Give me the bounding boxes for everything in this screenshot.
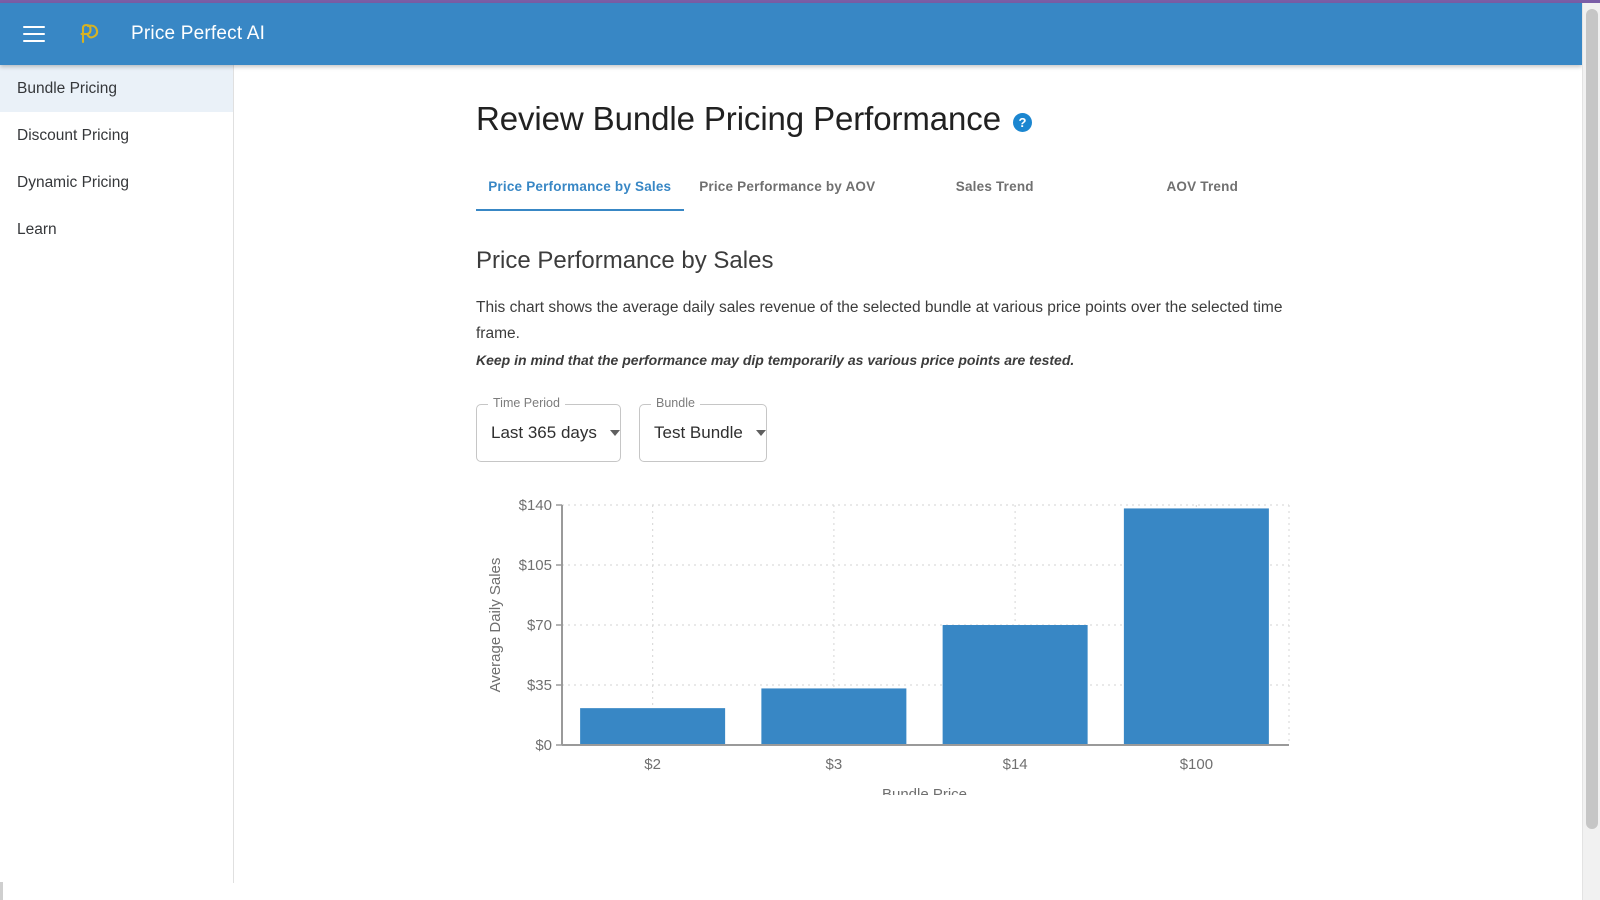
bundle-select-label: Bundle [651,397,700,410]
tab-label: Price Performance by AOV [699,179,876,194]
chevron-down-icon[interactable] [609,430,620,437]
help-circle-icon[interactable]: ? [1012,112,1032,132]
hamburger-menu-icon[interactable] [10,10,58,58]
sidebar-item-label: Dynamic Pricing [17,173,129,191]
page-header: Review Bundle Pricing Performance ? [476,100,1582,138]
price-perfect-logo-icon[interactable] [72,17,106,51]
bundle-select-value: Test Bundle [654,423,743,443]
bar-series [580,508,1269,746]
sidebar-nav: Bundle Pricing Discount Pricing Dynamic … [0,65,234,883]
y-tick-label: $70 [527,617,552,634]
chevron-down-icon[interactable] [755,430,766,437]
tab-sales-trend[interactable]: Sales Trend [891,164,1099,211]
section-heading: Price Performance by Sales [476,247,774,274]
time-period-select-label: Time Period [488,397,565,410]
tab-price-performance-by-sales[interactable]: Price Performance by Sales [476,164,684,211]
menu-line-1 [23,26,45,28]
page-title: Review Bundle Pricing Performance [476,100,1001,137]
sidebar-item-dynamic-pricing[interactable]: Dynamic Pricing [0,159,233,206]
time-period-select-value: Last 365 days [491,423,597,443]
y-tick-label: $0 [535,737,552,754]
sidebar-item-bundle-pricing[interactable]: Bundle Pricing [0,65,233,112]
x-axis-title: Bundle Price [882,786,967,795]
chart-svg: $0 $35 $70 $105 $140 $2 $3 $14 $100 Average Dai… [487,497,1290,795]
x-tick-label: $14 [1003,756,1028,773]
tab-label: Sales Trend [955,179,1034,194]
y-tick-label: $105 [519,557,552,574]
tab-price-performance-by-aov[interactable]: Price Performance by AOV [684,164,892,211]
x-tick-label: $3 [826,756,843,773]
sidebar-item-label: Bundle Pricing [17,79,117,97]
y-tick-label: $140 [519,497,552,514]
tab-bar: Price Performance by Sales Price Perform… [476,164,1306,211]
main-content: Review Bundle Pricing Performance ? Pric… [234,65,1582,883]
x-axis-tick-labels: $2 $3 $14 $100 [644,756,1213,773]
y-axis-title: Average Daily Sales [487,558,504,693]
x-tick-label: $100 [1180,756,1213,773]
price-performance-bar-chart: $0 $35 $70 $105 $140 $2 $3 $14 $100 Average Dai… [476,495,1546,795]
app-root: Price Perfect AI Bundle Pricing Discount… [0,0,1600,900]
chart-note: Keep in mind that the performance may di… [476,352,1075,369]
page-scrollbar[interactable] [1582,3,1600,900]
y-tick-label: $35 [527,677,552,694]
sidebar-item-label: Learn [17,220,57,238]
app-title: Price Perfect AI [131,23,266,44]
window-left-edge-mark [0,882,3,900]
bundle-select[interactable]: Bundle Test Bundle [639,397,767,463]
sidebar-item-learn[interactable]: Learn [0,206,233,253]
chart-description: This chart shows the average daily sales… [476,299,1283,342]
sidebar-item-label: Discount Pricing [17,126,129,144]
tab-aov-trend[interactable]: AOV Trend [1099,164,1307,211]
x-tick-label: $2 [644,756,661,773]
menu-line-2 [23,33,45,35]
app-bar: Price Perfect AI [0,3,1582,65]
time-period-select[interactable]: Time Period Last 365 days [476,397,621,463]
tab-label: AOV Trend [1166,179,1239,194]
page-scrollbar-thumb[interactable] [1586,9,1598,829]
sidebar-item-discount-pricing[interactable]: Discount Pricing [0,112,233,159]
filter-controls: Time Period Last 365 days Bundle Test Bu… [476,397,1582,463]
menu-line-3 [23,40,45,42]
tab-label: Price Performance by Sales [488,179,672,194]
y-axis-tick-labels: $0 $35 $70 $105 $140 [519,497,552,754]
